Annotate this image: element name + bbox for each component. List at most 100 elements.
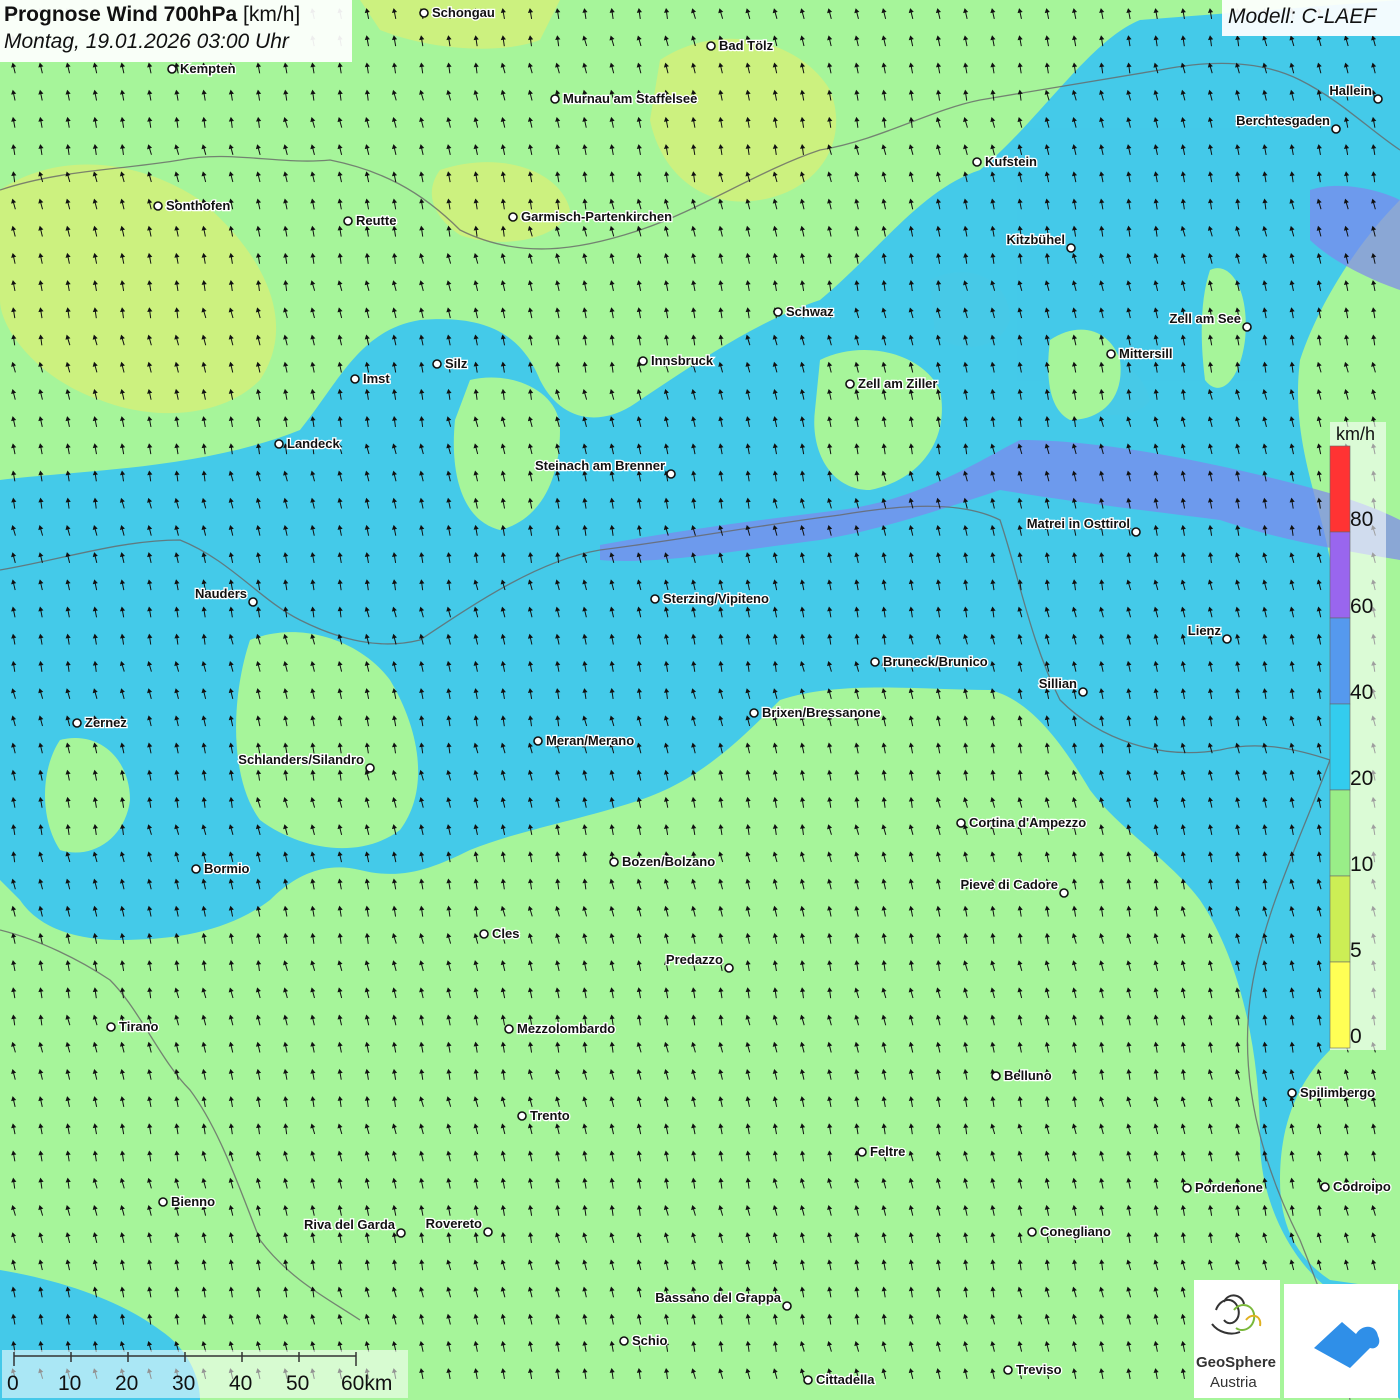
city-marker[interactable]: [1059, 888, 1069, 898]
city-marker[interactable]: [749, 708, 759, 718]
city-marker[interactable]: [106, 1022, 116, 1032]
city-marker[interactable]: [773, 307, 783, 317]
city-marker[interactable]: [1027, 1227, 1037, 1237]
city-marker[interactable]: [248, 597, 258, 607]
wind-map[interactable]: Schongau Bad Tölz Kempten Murnau am Staffel…: [0, 0, 1400, 1400]
city-label: Brixen/Bressanone: [762, 705, 881, 720]
legend-label-80: 80: [1350, 508, 1374, 531]
city-marker[interactable]: [72, 718, 82, 728]
city-label: Steinach am Brenner: [535, 458, 665, 473]
scale-label-30: 30: [172, 1372, 196, 1395]
city-marker[interactable]: [991, 1071, 1001, 1081]
city-marker[interactable]: [432, 359, 442, 369]
city-label: Mittersill: [1119, 346, 1172, 361]
city-label: Kitzbühel: [1007, 232, 1066, 247]
city-marker[interactable]: [1078, 687, 1088, 697]
city-label: Murnau am Staffelsee: [563, 91, 697, 106]
city-label: Spilimbergo: [1300, 1085, 1375, 1100]
city-marker[interactable]: [1287, 1088, 1297, 1098]
city-marker[interactable]: [1373, 94, 1383, 104]
city-marker[interactable]: [504, 1024, 514, 1034]
city-marker[interactable]: [1182, 1183, 1192, 1193]
city-label: Hallein: [1329, 83, 1372, 98]
legend-label-40: 40: [1350, 681, 1374, 704]
map-title-main: Prognose Wind 700hPa: [4, 3, 238, 26]
city-label: Bienno: [171, 1194, 215, 1209]
city-marker[interactable]: [619, 1336, 629, 1346]
city-marker[interactable]: [343, 216, 353, 226]
city-marker[interactable]: [782, 1301, 792, 1311]
city-label: Imst: [363, 371, 390, 386]
city-label: Sonthofen: [166, 198, 230, 213]
city-marker[interactable]: [845, 379, 855, 389]
city-marker[interactable]: [508, 212, 518, 222]
city-marker[interactable]: [650, 594, 660, 604]
city-label: Lienz: [1188, 623, 1222, 638]
city-label: Kempten: [180, 61, 236, 76]
city-marker[interactable]: [533, 736, 543, 746]
city-marker[interactable]: [153, 201, 163, 211]
legend-unit: km/h: [1336, 424, 1376, 444]
city-label: Cittadella: [816, 1372, 875, 1387]
city-label: Zernez: [85, 715, 127, 730]
forecast-datetime: Montag, 19.01.2026 03:00 Uhr: [4, 30, 289, 53]
city-marker[interactable]: [1331, 124, 1341, 134]
city-marker[interactable]: [483, 1227, 493, 1237]
city-label: Nauders: [195, 586, 247, 601]
scale-label-20: 20: [115, 1372, 139, 1395]
city-marker[interactable]: [1066, 243, 1076, 253]
city-marker[interactable]: [1320, 1182, 1330, 1192]
app-logo[interactable]: [1284, 1284, 1398, 1398]
city-label: Zell am Ziller: [858, 376, 937, 391]
city-marker[interactable]: [956, 818, 966, 828]
scale-label-10: 10: [58, 1372, 82, 1395]
city-marker[interactable]: [396, 1228, 406, 1238]
city-marker[interactable]: [479, 929, 489, 939]
city-marker[interactable]: [1131, 527, 1141, 537]
legend-label-60: 60: [1350, 595, 1374, 618]
city-label: Bozen/Bolzano: [622, 854, 715, 869]
city-marker[interactable]: [870, 657, 880, 667]
city-marker[interactable]: [803, 1375, 813, 1385]
city-marker[interactable]: [517, 1111, 527, 1121]
city-label: Zell am See: [1169, 311, 1241, 326]
scale-label-60km: 60km: [341, 1372, 393, 1395]
city-label: Pordenone: [1195, 1180, 1263, 1195]
legend-label-0: 0: [1350, 1025, 1362, 1048]
city-label: Pieve di Cadore: [960, 877, 1058, 892]
city-marker[interactable]: [706, 41, 716, 51]
city-label: Predazzo: [666, 952, 723, 967]
city-marker[interactable]: [1003, 1365, 1013, 1375]
city-marker[interactable]: [1106, 349, 1116, 359]
city-marker[interactable]: [350, 374, 360, 384]
city-label: Bassano del Grappa: [655, 1290, 781, 1305]
city-label: Schwaz: [786, 304, 834, 319]
city-marker[interactable]: [638, 356, 648, 366]
city-label: Conegliano: [1040, 1224, 1111, 1239]
scale-label-0: 0: [7, 1372, 19, 1395]
city-marker[interactable]: [365, 763, 375, 773]
city-label: Sterzing/Vipiteno: [663, 591, 769, 606]
legend-label-10: 10: [1350, 853, 1374, 876]
city-label: Schio: [632, 1333, 667, 1348]
city-label: Kufstein: [985, 154, 1037, 169]
city-marker[interactable]: [419, 8, 429, 18]
city-marker[interactable]: [158, 1197, 168, 1207]
city-marker[interactable]: [1222, 634, 1232, 644]
city-marker[interactable]: [724, 963, 734, 973]
city-label: Tirano: [119, 1019, 159, 1034]
city-marker[interactable]: [666, 469, 676, 479]
city-marker[interactable]: [609, 857, 619, 867]
city-label: Cortina d'Ampezzo: [969, 815, 1086, 830]
city-marker[interactable]: [167, 64, 177, 74]
legend-label-20: 20: [1350, 767, 1374, 790]
city-marker[interactable]: [1242, 322, 1252, 332]
city-marker[interactable]: [972, 157, 982, 167]
city-label: Berchtesgaden: [1236, 113, 1330, 128]
city-marker[interactable]: [550, 94, 560, 104]
city-marker[interactable]: [274, 439, 284, 449]
city-label: Bruneck/Brunico: [883, 654, 988, 669]
city-label: Innsbruck: [651, 353, 714, 368]
city-marker[interactable]: [191, 864, 201, 874]
city-marker[interactable]: [857, 1147, 867, 1157]
